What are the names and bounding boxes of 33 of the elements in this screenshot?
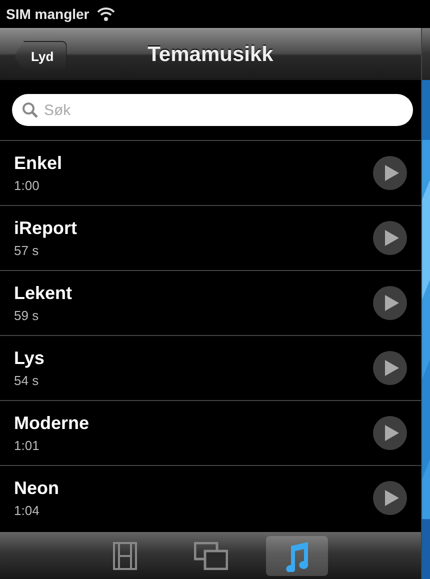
- theme-title: Lys: [14, 348, 46, 369]
- theme-title: Moderne: [14, 413, 90, 434]
- theme-title: iReport: [14, 218, 78, 239]
- search-icon: [22, 102, 38, 118]
- wifi-icon: [97, 7, 116, 21]
- theme-list-item[interactable]: Neon 1:04: [0, 465, 421, 530]
- theme-list-item[interactable]: Lekent 59 s: [0, 270, 421, 335]
- play-icon[interactable]: [373, 286, 407, 320]
- theme-list-item[interactable]: Enkel 1:00: [0, 140, 421, 205]
- play-icon[interactable]: [373, 416, 407, 450]
- play-icon[interactable]: [373, 156, 407, 190]
- carrier-text: SIM mangler: [6, 6, 90, 22]
- theme-duration: 54 s: [14, 373, 40, 388]
- film-icon: [112, 542, 136, 570]
- screen-title: Temamusikk: [148, 42, 274, 66]
- theme-title: Enkel: [14, 153, 64, 174]
- music-note-icon: [284, 540, 310, 572]
- play-icon[interactable]: [373, 481, 407, 515]
- tab-button[interactable]: [266, 536, 328, 576]
- theme-list-item[interactable]: Lys 54 s: [0, 335, 421, 400]
- theme-title: Lekent: [14, 283, 74, 304]
- theme-list-item[interactable]: iReport 57 s: [0, 205, 421, 270]
- play-icon[interactable]: [373, 221, 407, 255]
- windows-icon: [194, 542, 228, 570]
- theme-duration: 59 s: [14, 308, 40, 323]
- theme-list-item[interactable]: Moderne 1:01: [0, 400, 421, 465]
- theme-title: Neon: [14, 478, 60, 499]
- theme-duration: 57 s: [14, 243, 40, 258]
- search-field[interactable]: Søk: [12, 94, 413, 126]
- play-icon[interactable]: [373, 351, 407, 385]
- theme-duration: 1:04: [14, 503, 40, 518]
- theme-duration: 1:00: [14, 178, 40, 193]
- theme-duration: 1:01: [14, 438, 40, 453]
